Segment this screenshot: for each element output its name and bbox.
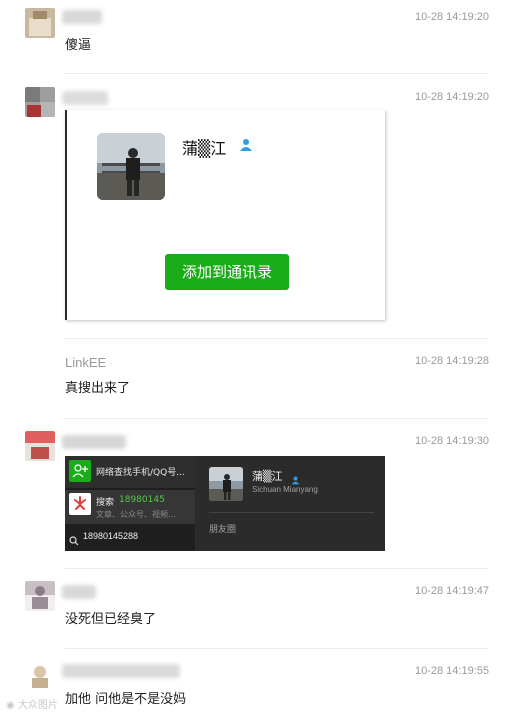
comment-text: 加他 问他是不是没妈 [65,692,187,707]
comment-divider [65,568,489,569]
comment-text: 傻逼 [65,38,92,53]
search-network-row: 网络查找手机/QQ号... [65,456,195,488]
avatar[interactable] [25,8,55,38]
comment-timestamp: 10-28 14:19:20 [414,11,489,23]
person-icon [239,137,253,156]
search-logo-icon [69,493,91,515]
sender-name-blurred [62,91,108,105]
search-result-screenshot[interactable]: 网络查找手机/QQ号... 搜索 18980145 文章、公众号、视频... 1… [65,456,385,551]
contact-name: 蒲▒江 [182,139,227,158]
avatar[interactable] [25,660,55,690]
result-moments-link: 朋友圈 [209,525,237,535]
sender-name-blurred [62,435,126,449]
sender-name[interactable]: LinkEE [65,355,106,370]
search-subtitle: 文章、公众号、视频... [96,510,176,519]
contact-photo [97,133,165,200]
avatar[interactable] [25,581,55,611]
watermark-text: 大众图片 [17,700,58,711]
result-divider [209,512,374,513]
sender-name-blurred [62,585,96,599]
search-icon [69,531,79,550]
comment-divider [65,648,489,649]
search-query-row: 搜索 18980145 文章、公众号、视频... [65,490,195,524]
comment-divider [65,418,489,419]
search-label: 搜索 [96,498,115,508]
comment-text: 没死但已经臭了 [65,612,157,627]
sender-name-blurred [62,664,180,678]
search-panel: 网络查找手机/QQ号... 搜索 18980145 文章、公众号、视频... 1… [65,456,195,551]
comment-text: 真搜出来了 [65,381,131,396]
sender-name-blurred [62,10,102,24]
result-location: Sichuan Mianyang [252,485,318,494]
watermark-logo: ◉ 大众图片 [6,696,58,711]
comment-divider [65,338,489,339]
comment-timestamp: 10-28 14:19:28 [414,355,489,367]
avatar[interactable] [25,431,55,461]
avatar[interactable] [25,87,55,117]
comment-timestamp: 10-28 14:19:30 [414,435,489,447]
result-photo [209,467,243,501]
search-query-text: 18980145288 [83,531,139,541]
search-input: 18980145288 [65,528,195,546]
comment-timestamp: 10-28 14:19:55 [414,665,489,677]
comment-timestamp: 10-28 14:19:47 [414,585,489,597]
search-number: 18980145 [119,495,165,505]
comment-divider [65,73,489,74]
contact-card-screenshot[interactable]: 蒲▒江 添加到通讯录 [65,110,385,320]
search-network-label: 网络查找手机/QQ号... [96,468,185,478]
watermark-icon: ◉ [6,700,18,711]
add-to-contacts-button[interactable]: 添加到通讯录 [165,254,289,290]
comment-timestamp: 10-28 14:19:20 [414,91,489,103]
add-friend-icon [69,460,91,482]
result-name: 蒲▒江 [252,470,283,483]
